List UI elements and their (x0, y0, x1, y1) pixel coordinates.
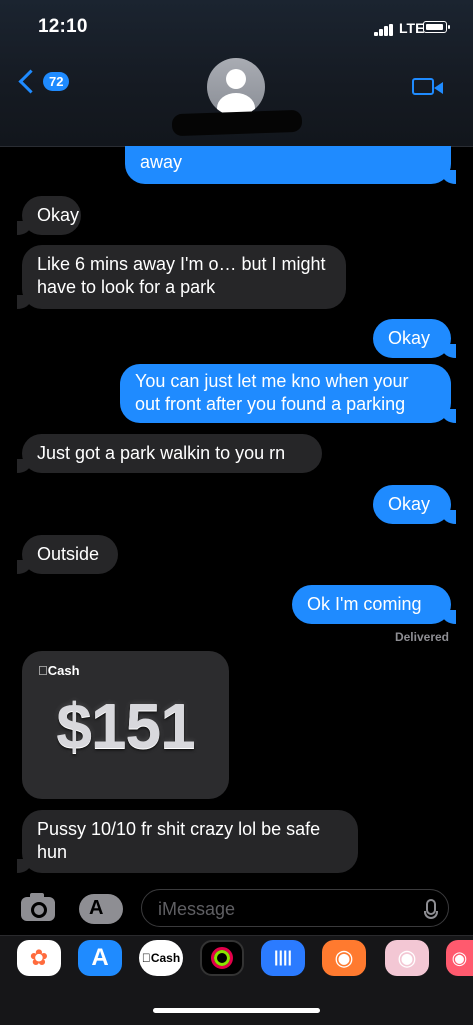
message-bubble-outgoing[interactable]: You can just let me kno when your out fr… (120, 364, 456, 423)
more-apps-icon[interactable]: ◉ (446, 940, 473, 976)
photos-app-icon[interactable]: ✿ (17, 940, 61, 976)
message-bubble-incoming[interactable]: Outside (17, 535, 118, 574)
message-bubble-incoming[interactable]: Okay (17, 196, 81, 235)
message-bubble-outgoing[interactable]: Okay (373, 319, 456, 358)
app-store-icon[interactable]: A (78, 940, 122, 976)
home-indicator[interactable] (153, 1008, 320, 1013)
message-bubble-outgoing[interactable]: away (125, 146, 456, 184)
apple-cash-payment-card[interactable]: Cash $151 (22, 651, 229, 799)
camera-icon[interactable] (21, 893, 55, 921)
activity-rings-icon[interactable] (200, 940, 244, 976)
message-bubble-outgoing[interactable]: Okay (373, 485, 456, 524)
audio-message-icon[interactable]: |||| (261, 940, 305, 976)
message-bubble-incoming[interactable]: Just got a park walkin to you rn (17, 434, 322, 473)
message-bubble-incoming[interactable]: Pussy 10/10 fr shit crazy lol be safe hu… (17, 810, 358, 873)
message-bubble-outgoing[interactable]: Ok I'm coming (292, 585, 456, 624)
memoji-icon[interactable]: ◉ (322, 940, 366, 976)
microphone-icon[interactable] (424, 899, 438, 919)
message-thread: away Okay Like 6 mins away I'm o… but I … (0, 0, 473, 1024)
memoji-stickers-icon[interactable]: ◉ (385, 940, 429, 976)
delivery-status: Delivered (394, 630, 449, 644)
apple-cash-app-icon[interactable]: Cash (139, 940, 183, 976)
message-bubble-incoming[interactable]: Like 6 mins away I'm o… but I might have… (17, 245, 346, 309)
message-input-placeholder: iMessage (158, 899, 236, 919)
app-store-toggle-button[interactable]: A (79, 894, 123, 924)
payment-amount: $151 (56, 690, 195, 762)
message-input[interactable]: iMessage (141, 889, 449, 927)
apple-cash-label: Cash (38, 663, 80, 678)
app-store-icon: A (89, 897, 104, 919)
